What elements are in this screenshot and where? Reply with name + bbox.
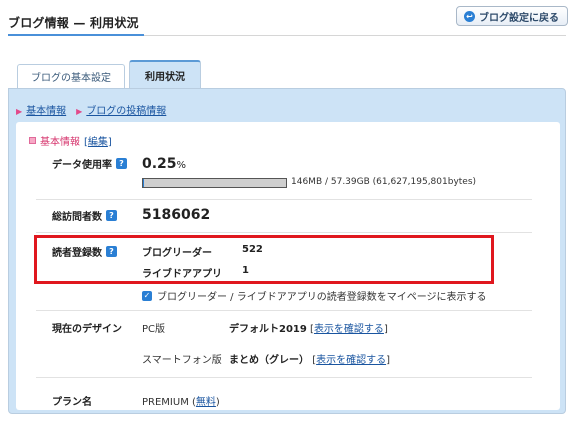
subnav-item-basic-info[interactable]: ▶ 基本情報 <box>16 102 66 117</box>
plan-label: プラン名 <box>52 397 92 408</box>
visits-value: 5186062 <box>142 207 211 223</box>
page-title: ブログ情報 — 利用状況 <box>8 16 139 30</box>
tab-usage-label: 利用状況 <box>145 71 185 83</box>
design-label: 現在のデザイン <box>52 324 122 335</box>
design-pc-row: デフォルト2019 [表示を確認する] <box>229 320 388 335</box>
design-pc-value: デフォルト2019 <box>229 324 307 335</box>
design-sp-value: まとめ（グレー） <box>229 355 309 366</box>
section-title: 基本情報 <box>40 137 80 148</box>
visits-label-text: 総訪問者数 <box>52 212 102 223</box>
design-pc-link-label: 表示を確認する <box>313 324 384 335</box>
data-usage-label-text: データ使用率 <box>52 160 112 171</box>
edit-link-label: 編集 <box>87 137 108 148</box>
back-arrow-icon: ↩ <box>464 10 475 22</box>
design-sp-label: スマートフォン版 <box>142 355 222 366</box>
show-readers-checkbox-label: ブログリーダー / ライブドアアプリの読者登録数をマイページに表示する <box>157 292 487 303</box>
design-pc-label: PC版 <box>142 324 166 335</box>
checkbox-checked-icon[interactable]: ✓ <box>142 290 152 301</box>
design-sp-link-label: 表示を確認する <box>316 355 387 366</box>
section-heading: 基本情報 [編集] <box>29 133 112 148</box>
help-icon[interactable]: ? <box>116 158 127 169</box>
subnav: ▶ 基本情報 ▶ ブログの投稿情報 <box>16 102 166 117</box>
data-usage-detail: 146MB / 57.39GB (61,627,195,801bytes) <box>291 177 477 187</box>
divider <box>36 377 532 378</box>
divider <box>36 232 532 233</box>
plan-row: PREMIUM (無料) <box>142 397 220 408</box>
design-sp-row: まとめ（グレー） [表示を確認する] <box>229 351 390 366</box>
highlight-box <box>34 235 494 284</box>
subnav-label: ブログの投稿情報 <box>86 106 167 117</box>
tab-basic-settings-label: ブログの基本設定 <box>31 73 111 84</box>
subnav-label: 基本情報 <box>26 106 67 117</box>
subnav-arrow-icon: ▶ <box>16 107 23 116</box>
back-button-label: ブログ設定に戻る <box>479 12 559 24</box>
tab-basic-settings[interactable]: ブログの基本設定 <box>17 64 125 88</box>
design-sp-link[interactable]: [表示を確認する] <box>312 355 390 366</box>
back-to-settings-button[interactable]: ↩ ブログ設定に戻る <box>456 6 568 26</box>
divider <box>36 310 532 311</box>
data-usage-label: データ使用率 ? <box>52 156 127 171</box>
plan-value: PREMIUM <box>142 397 189 408</box>
visits-label: 総訪問者数 ? <box>52 208 117 223</box>
subnav-arrow-icon: ▶ <box>76 107 83 116</box>
data-usage-value: 0.25% <box>142 156 186 172</box>
subnav-item-post-info[interactable]: ▶ ブログの投稿情報 <box>76 102 166 117</box>
help-icon[interactable]: ? <box>106 210 117 221</box>
divider <box>36 199 532 200</box>
data-usage-unit: % <box>176 160 187 171</box>
section-square-icon <box>29 137 36 144</box>
edit-bracket-close: ] <box>107 137 112 148</box>
data-usage-bar <box>142 178 287 188</box>
tab-usage[interactable]: 利用状況 <box>129 60 201 88</box>
edit-link[interactable]: [編集] <box>84 133 112 148</box>
title-divider-accent <box>8 34 144 36</box>
design-pc-link[interactable]: [表示を確認する] <box>310 324 388 335</box>
show-readers-checkbox-row[interactable]: ✓ ブログリーダー / ライブドアアプリの読者登録数をマイページに表示する <box>142 288 487 303</box>
plan-link[interactable]: 無料 <box>196 397 216 408</box>
data-usage-number: 0.25 <box>142 156 177 172</box>
